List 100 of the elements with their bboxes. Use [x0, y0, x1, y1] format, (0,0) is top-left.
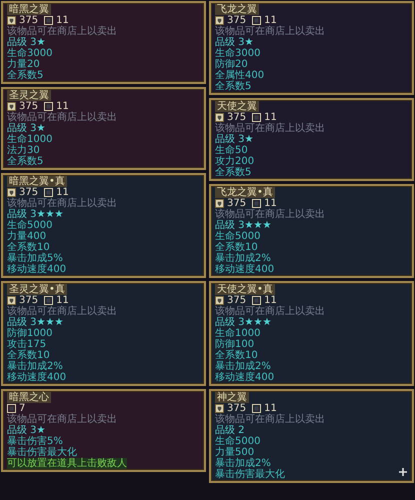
stat-line: 暴击伤害最大化 — [7, 447, 77, 458]
stat-line: 生命5000 — [215, 231, 260, 242]
square-icon — [44, 296, 54, 305]
square-icon — [7, 404, 16, 413]
shield-icon — [7, 16, 16, 25]
stat-line: 防御20 — [215, 59, 248, 70]
stat-line: 全系数10 — [7, 242, 50, 253]
stat-line: 防御100 — [215, 339, 254, 350]
shield-icon — [7, 188, 16, 197]
grade-label: 品级 3★ — [7, 37, 46, 48]
stat-line: 生命1000 — [7, 134, 52, 145]
stat-line: 移动速度400 — [215, 264, 274, 275]
stat-line: 攻击175 — [7, 339, 46, 350]
stat-line: 生命5000 — [7, 220, 52, 231]
item-title: 飞龙之翼•真 — [215, 187, 275, 198]
sell-notice: 该物品可在商店上以卖出 — [7, 26, 117, 37]
stat-line: 全系数10 — [7, 350, 50, 361]
sell-notice: 该物品可在商店上以卖出 — [7, 414, 117, 425]
stat-line: 全系数10 — [215, 242, 258, 253]
square-icon — [44, 102, 54, 111]
grade-label: 品级 3★★★ — [7, 209, 64, 220]
stat-line: 暴击伤害最大化 — [215, 469, 285, 480]
stat-line: 移动速度400 — [7, 264, 66, 275]
stat-line: 全属性400 — [215, 70, 264, 81]
shield-icon — [7, 296, 16, 305]
plus-icon — [398, 467, 408, 477]
square-icon — [252, 16, 262, 25]
stat-line: 全系数5 — [7, 156, 44, 167]
grade-label: 品级 3★★★ — [215, 220, 272, 231]
square-icon — [252, 296, 262, 305]
stat-line: 力量400 — [7, 231, 46, 242]
level-value: 375 — [19, 101, 38, 112]
item-title: 天使之翼•真 — [215, 284, 275, 295]
grade-label: 品级 3★★★ — [215, 317, 272, 328]
stat-line: 全系数5 — [215, 167, 252, 178]
stat-line: 暴击加成2% — [215, 361, 271, 372]
grade-label: 品级 3★ — [215, 37, 254, 48]
count-value: 11 — [264, 112, 277, 123]
stat-line: 移动速度400 — [215, 372, 274, 383]
sell-notice: 该物品可在商店上以卖出 — [215, 123, 325, 134]
grade-label: 品级 2 — [215, 425, 245, 436]
shield-icon — [7, 102, 16, 111]
shield-icon — [215, 113, 224, 122]
square-icon — [44, 16, 54, 25]
sell-notice: 该物品可在商店上以卖出 — [215, 26, 325, 37]
grade-label: 品级 3★ — [7, 425, 46, 436]
item-title: 暗黑之心 — [7, 392, 51, 403]
grade-label: 品级 3★★★ — [7, 317, 64, 328]
shield-icon — [215, 16, 224, 25]
stat-line: 法力30 — [7, 145, 40, 156]
stat-line: 力量500 — [215, 447, 254, 458]
stat-line: 力量20 — [7, 59, 40, 70]
square-icon — [252, 113, 262, 122]
sell-notice: 该物品可在商店上以卖出 — [215, 414, 325, 425]
sell-notice: 该物品可在商店上以卖出 — [215, 209, 325, 220]
level-value: 375 — [19, 15, 38, 26]
count-value: 11 — [264, 198, 277, 209]
level-value: 375 — [19, 187, 38, 198]
item-title: 圣灵之翼•真 — [7, 284, 67, 295]
stat-line: 防御1000 — [7, 328, 52, 339]
sell-notice: 该物品可在商店上以卖出 — [7, 198, 117, 209]
stat-line: 暴击加成2% — [215, 253, 271, 264]
level-value: 375 — [227, 112, 246, 123]
level-value: 375 — [227, 403, 246, 414]
stat-line: 生命5000 — [215, 436, 260, 447]
stat-line: 生命3000 — [7, 48, 52, 59]
item-title: 暗黑之翼•真 — [7, 176, 67, 187]
level-value: 375 — [19, 295, 38, 306]
stat-line: 全系数10 — [215, 350, 258, 361]
grade-label: 品级 3★ — [7, 123, 46, 134]
item-title: 暗黑之翼 — [7, 4, 51, 15]
stat-line: 生命3000 — [215, 48, 260, 59]
stat-line: 暴击加成2% — [7, 361, 63, 372]
stat-line: 生命1000 — [215, 328, 260, 339]
square-icon — [252, 404, 262, 413]
item-title: 圣灵之翼 — [7, 90, 51, 101]
item-title: 天使之翼 — [215, 101, 259, 112]
count-value: 11 — [56, 295, 69, 306]
count-value: 11 — [264, 403, 277, 414]
stat-line: 攻力200 — [215, 156, 254, 167]
count-value: 11 — [264, 295, 277, 306]
shield-icon — [215, 404, 224, 413]
level-value: 375 — [227, 15, 246, 26]
level-value: 375 — [227, 295, 246, 306]
stat-line: 暴击加成5% — [7, 253, 63, 264]
square-icon — [252, 199, 262, 208]
count-value: 7 — [19, 403, 26, 414]
shield-icon — [215, 296, 224, 305]
item-title: 神之翼 — [215, 392, 249, 403]
level-value: 375 — [227, 198, 246, 209]
sell-notice: 该物品可在商店上以卖出 — [215, 306, 325, 317]
expand-button[interactable] — [398, 467, 408, 477]
count-value: 11 — [264, 15, 277, 26]
count-value: 11 — [56, 187, 69, 198]
count-value: 11 — [56, 101, 69, 112]
count-value: 11 — [56, 15, 69, 26]
sell-notice: 该物品可在商店上以卖出 — [7, 306, 117, 317]
stat-line: 暴击伤害5% — [7, 436, 63, 447]
grade-label: 品级 3★ — [215, 134, 254, 145]
sell-notice: 该物品可在商店上以卖出 — [7, 112, 117, 123]
